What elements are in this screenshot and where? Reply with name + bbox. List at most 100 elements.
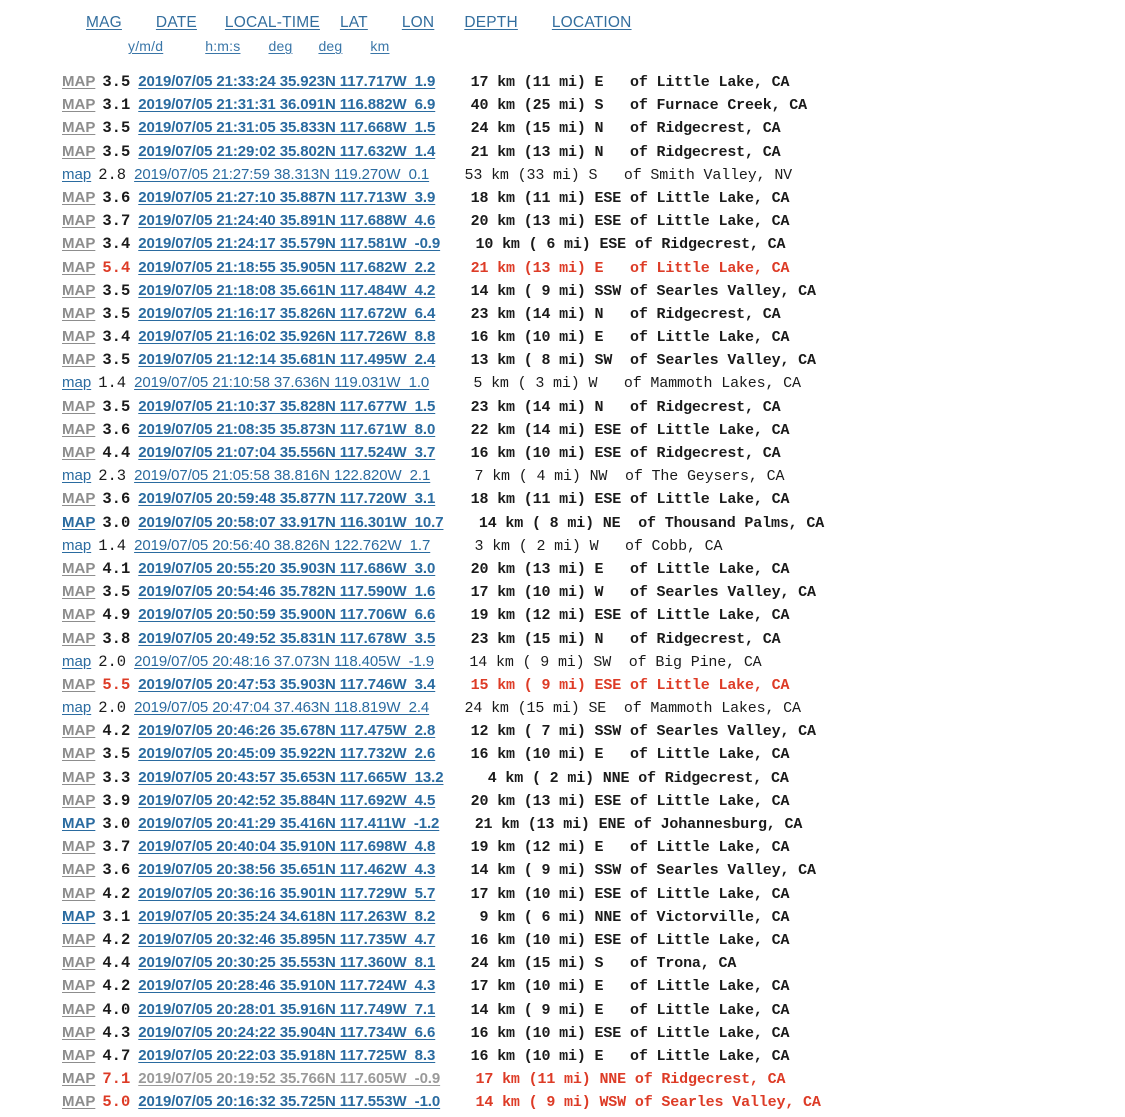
map-link[interactable]: MAP <box>62 977 95 994</box>
map-link[interactable]: MAP <box>62 931 95 948</box>
map-link[interactable]: map <box>62 537 91 554</box>
map-link[interactable]: MAP <box>62 815 95 832</box>
map-link[interactable]: MAP <box>62 189 95 206</box>
event-detail-link[interactable]: 2019/07/05 20:47:53 35.903N 117.746W 3.4 <box>130 676 435 693</box>
event-detail-link[interactable]: 2019/07/05 20:59:48 35.877N 117.720W 3.1 <box>130 490 435 507</box>
map-link[interactable]: map <box>62 653 91 670</box>
event-detail-link[interactable]: 2019/07/05 21:18:08 35.661N 117.484W 4.2 <box>130 282 435 299</box>
map-link[interactable]: MAP <box>62 606 95 623</box>
map-link[interactable]: MAP <box>62 1093 95 1110</box>
map-link[interactable]: MAP <box>62 908 95 925</box>
event-detail-link[interactable]: 2019/07/05 21:18:55 35.905N 117.682W 2.2 <box>130 259 435 276</box>
map-link[interactable]: MAP <box>62 259 95 276</box>
event-detail-link[interactable]: 2019/07/05 21:27:59 38.313N 119.270W 0.1 <box>126 166 429 183</box>
event-detail-link[interactable]: 2019/07/05 20:24:22 35.904N 117.734W 6.6 <box>130 1024 435 1041</box>
event-detail-link[interactable]: 2019/07/05 21:27:10 35.887N 117.713W 3.9 <box>130 189 435 206</box>
event-detail-link[interactable]: 2019/07/05 20:55:20 35.903N 117.686W 3.0 <box>130 560 435 577</box>
event-detail-link[interactable]: 2019/07/05 21:10:58 37.636N 119.031W 1.0 <box>126 374 429 391</box>
column-unit-link-2[interactable]: deg <box>268 38 292 54</box>
map-link[interactable]: MAP <box>62 282 95 299</box>
event-detail-link[interactable]: 2019/07/05 21:05:58 38.816N 122.820W 2.1 <box>126 467 430 484</box>
event-detail-link[interactable]: 2019/07/05 20:30:25 35.553N 117.360W 8.1 <box>130 954 435 971</box>
event-detail-link[interactable]: 2019/07/05 21:24:40 35.891N 117.688W 4.6 <box>130 212 435 229</box>
event-detail-link[interactable]: 2019/07/05 20:47:04 37.463N 118.819W 2.4 <box>126 699 429 716</box>
event-detail-link[interactable]: 2019/07/05 20:56:40 38.826N 122.762W 1.7 <box>126 537 430 554</box>
column-header-link-lat[interactable]: LAT <box>340 14 368 31</box>
column-header-link-date[interactable]: DATE <box>156 14 197 31</box>
event-detail-link[interactable]: 2019/07/05 20:28:01 35.916N 117.749W 7.1 <box>130 1001 435 1018</box>
event-detail-link[interactable]: 2019/07/05 20:50:59 35.900N 117.706W 6.6 <box>130 606 435 623</box>
map-link[interactable]: MAP <box>62 444 95 461</box>
map-link[interactable]: MAP <box>62 421 95 438</box>
event-detail-link[interactable]: 2019/07/05 21:12:14 35.681N 117.495W 2.4 <box>130 351 435 368</box>
map-link[interactable]: MAP <box>62 838 95 855</box>
map-link[interactable]: MAP <box>62 96 95 113</box>
map-link[interactable]: MAP <box>62 722 95 739</box>
map-link[interactable]: MAP <box>62 630 95 647</box>
event-detail-link[interactable]: 2019/07/05 20:38:56 35.651N 117.462W 4.3 <box>130 861 435 878</box>
event-detail-link[interactable]: 2019/07/05 21:16:17 35.826N 117.672W 6.4 <box>130 305 435 322</box>
map-link[interactable]: MAP <box>62 1047 95 1064</box>
map-link[interactable]: MAP <box>62 143 95 160</box>
event-detail-link[interactable]: 2019/07/05 21:29:02 35.802N 117.632W 1.4 <box>130 143 435 160</box>
map-link[interactable]: MAP <box>62 398 95 415</box>
column-header-link-location[interactable]: LOCATION <box>552 14 632 31</box>
map-link[interactable]: MAP <box>62 514 95 531</box>
event-detail-link[interactable]: 2019/07/05 20:43:57 35.653N 117.665W 13.… <box>130 769 443 786</box>
event-detail-link[interactable]: 2019/07/05 20:36:16 35.901N 117.729W 5.7 <box>130 885 435 902</box>
map-link[interactable]: MAP <box>62 1001 95 1018</box>
event-detail-link[interactable]: 2019/07/05 20:16:32 35.725N 117.553W -1.… <box>130 1093 440 1110</box>
event-detail-link[interactable]: 2019/07/05 20:28:46 35.910N 117.724W 4.3 <box>130 977 435 994</box>
map-link[interactable]: map <box>62 467 91 484</box>
map-link[interactable]: MAP <box>62 351 95 368</box>
map-link[interactable]: map <box>62 699 91 716</box>
event-detail-link[interactable]: 2019/07/05 20:35:24 34.618N 117.263W 8.2 <box>130 908 435 925</box>
map-link[interactable]: MAP <box>62 676 95 693</box>
map-link[interactable]: MAP <box>62 305 95 322</box>
map-link[interactable]: MAP <box>62 1070 95 1087</box>
map-link[interactable]: MAP <box>62 212 95 229</box>
event-detail-link[interactable]: 2019/07/05 20:49:52 35.831N 117.678W 3.5 <box>130 630 435 647</box>
event-detail-link[interactable]: 2019/07/05 21:24:17 35.579N 117.581W -0.… <box>130 235 440 252</box>
column-unit-link-4[interactable]: km <box>370 38 389 54</box>
map-link[interactable]: MAP <box>62 328 95 345</box>
event-detail-link[interactable]: 2019/07/05 21:31:05 35.833N 117.668W 1.5 <box>130 119 435 136</box>
column-header-link-local-time[interactable]: LOCAL-TIME <box>225 14 320 31</box>
event-detail-link[interactable]: 2019/07/05 20:58:07 33.917N 116.301W 10.… <box>130 514 443 531</box>
map-link[interactable]: MAP <box>62 885 95 902</box>
event-detail-link[interactable]: 2019/07/05 20:40:04 35.910N 117.698W 4.8 <box>130 838 435 855</box>
event-detail-link[interactable]: 2019/07/05 21:10:37 35.828N 117.677W 1.5 <box>130 398 435 415</box>
column-header-link-mag[interactable]: MAG <box>86 14 122 31</box>
event-detail-link[interactable]: 2019/07/05 21:07:04 35.556N 117.524W 3.7 <box>130 444 435 461</box>
map-link[interactable]: MAP <box>62 769 95 786</box>
map-link[interactable]: MAP <box>62 954 95 971</box>
event-detail-link[interactable]: 2019/07/05 20:45:09 35.922N 117.732W 2.6 <box>130 745 435 762</box>
event-detail-link[interactable]: 2019/07/05 20:48:16 37.073N 118.405W -1.… <box>126 653 434 670</box>
event-detail-link[interactable]: 2019/07/05 21:31:31 36.091N 116.882W 6.9 <box>130 96 435 113</box>
event-detail-link[interactable]: 2019/07/05 20:42:52 35.884N 117.692W 4.5 <box>130 792 435 809</box>
column-unit-link-3[interactable]: deg <box>318 38 342 54</box>
event-detail-link[interactable]: 2019/07/05 20:54:46 35.782N 117.590W 1.6 <box>130 583 435 600</box>
map-link[interactable]: MAP <box>62 745 95 762</box>
map-link[interactable]: MAP <box>62 490 95 507</box>
event-detail-link[interactable]: 2019/07/05 20:22:03 35.918N 117.725W 8.3 <box>130 1047 435 1064</box>
event-detail-link[interactable]: 2019/07/05 21:33:24 35.923N 117.717W 1.9 <box>130 73 435 90</box>
column-unit-link-1[interactable]: h:m:s <box>205 38 240 54</box>
event-detail-link[interactable]: 2019/07/05 20:41:29 35.416N 117.411W -1.… <box>130 815 439 832</box>
column-header-link-depth[interactable]: DEPTH <box>464 14 518 31</box>
map-link[interactable]: map <box>62 374 91 391</box>
map-link[interactable]: MAP <box>62 73 95 90</box>
map-link[interactable]: MAP <box>62 560 95 577</box>
column-unit-link-0[interactable]: y/m/d <box>128 38 163 54</box>
map-link[interactable]: MAP <box>62 792 95 809</box>
event-detail-link[interactable]: 2019/07/05 20:46:26 35.678N 117.475W 2.8 <box>130 722 435 739</box>
map-link[interactable]: MAP <box>62 119 95 136</box>
map-link[interactable]: map <box>62 166 91 183</box>
event-detail-link[interactable]: 2019/07/05 20:32:46 35.895N 117.735W 4.7 <box>130 931 435 948</box>
map-link[interactable]: MAP <box>62 235 95 252</box>
column-header-link-lon[interactable]: LON <box>402 14 434 31</box>
map-link[interactable]: MAP <box>62 1024 95 1041</box>
event-detail-link[interactable]: 2019/07/05 21:08:35 35.873N 117.671W 8.0 <box>130 421 435 438</box>
event-detail-link[interactable]: 2019/07/05 21:16:02 35.926N 117.726W 8.8 <box>130 328 435 345</box>
map-link[interactable]: MAP <box>62 583 95 600</box>
